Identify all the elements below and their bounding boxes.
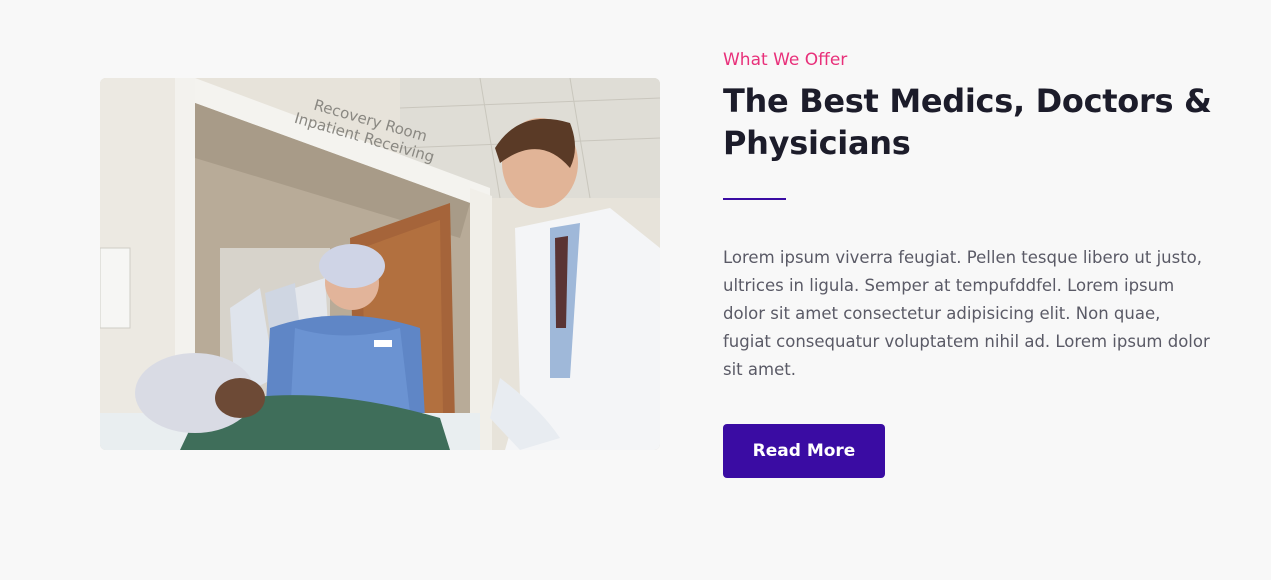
- title-divider: [723, 198, 786, 200]
- section-body-text: Lorem ipsum viverra feugiat. Pellen tesq…: [723, 248, 1210, 379]
- hospital-staff-photo: Recovery Room Inpatient Receiving: [100, 78, 660, 450]
- content-column: What We Offer The Best Medics, Doctors &…: [723, 48, 1213, 384]
- what-we-offer-section: Recovery Room Inpatient Receiving What W: [0, 0, 1271, 580]
- section-title: The Best Medics, Doctors & Physicians: [723, 82, 1212, 162]
- section-subtitle: What We Offer: [723, 50, 848, 70]
- read-more-button[interactable]: Read More: [723, 424, 885, 478]
